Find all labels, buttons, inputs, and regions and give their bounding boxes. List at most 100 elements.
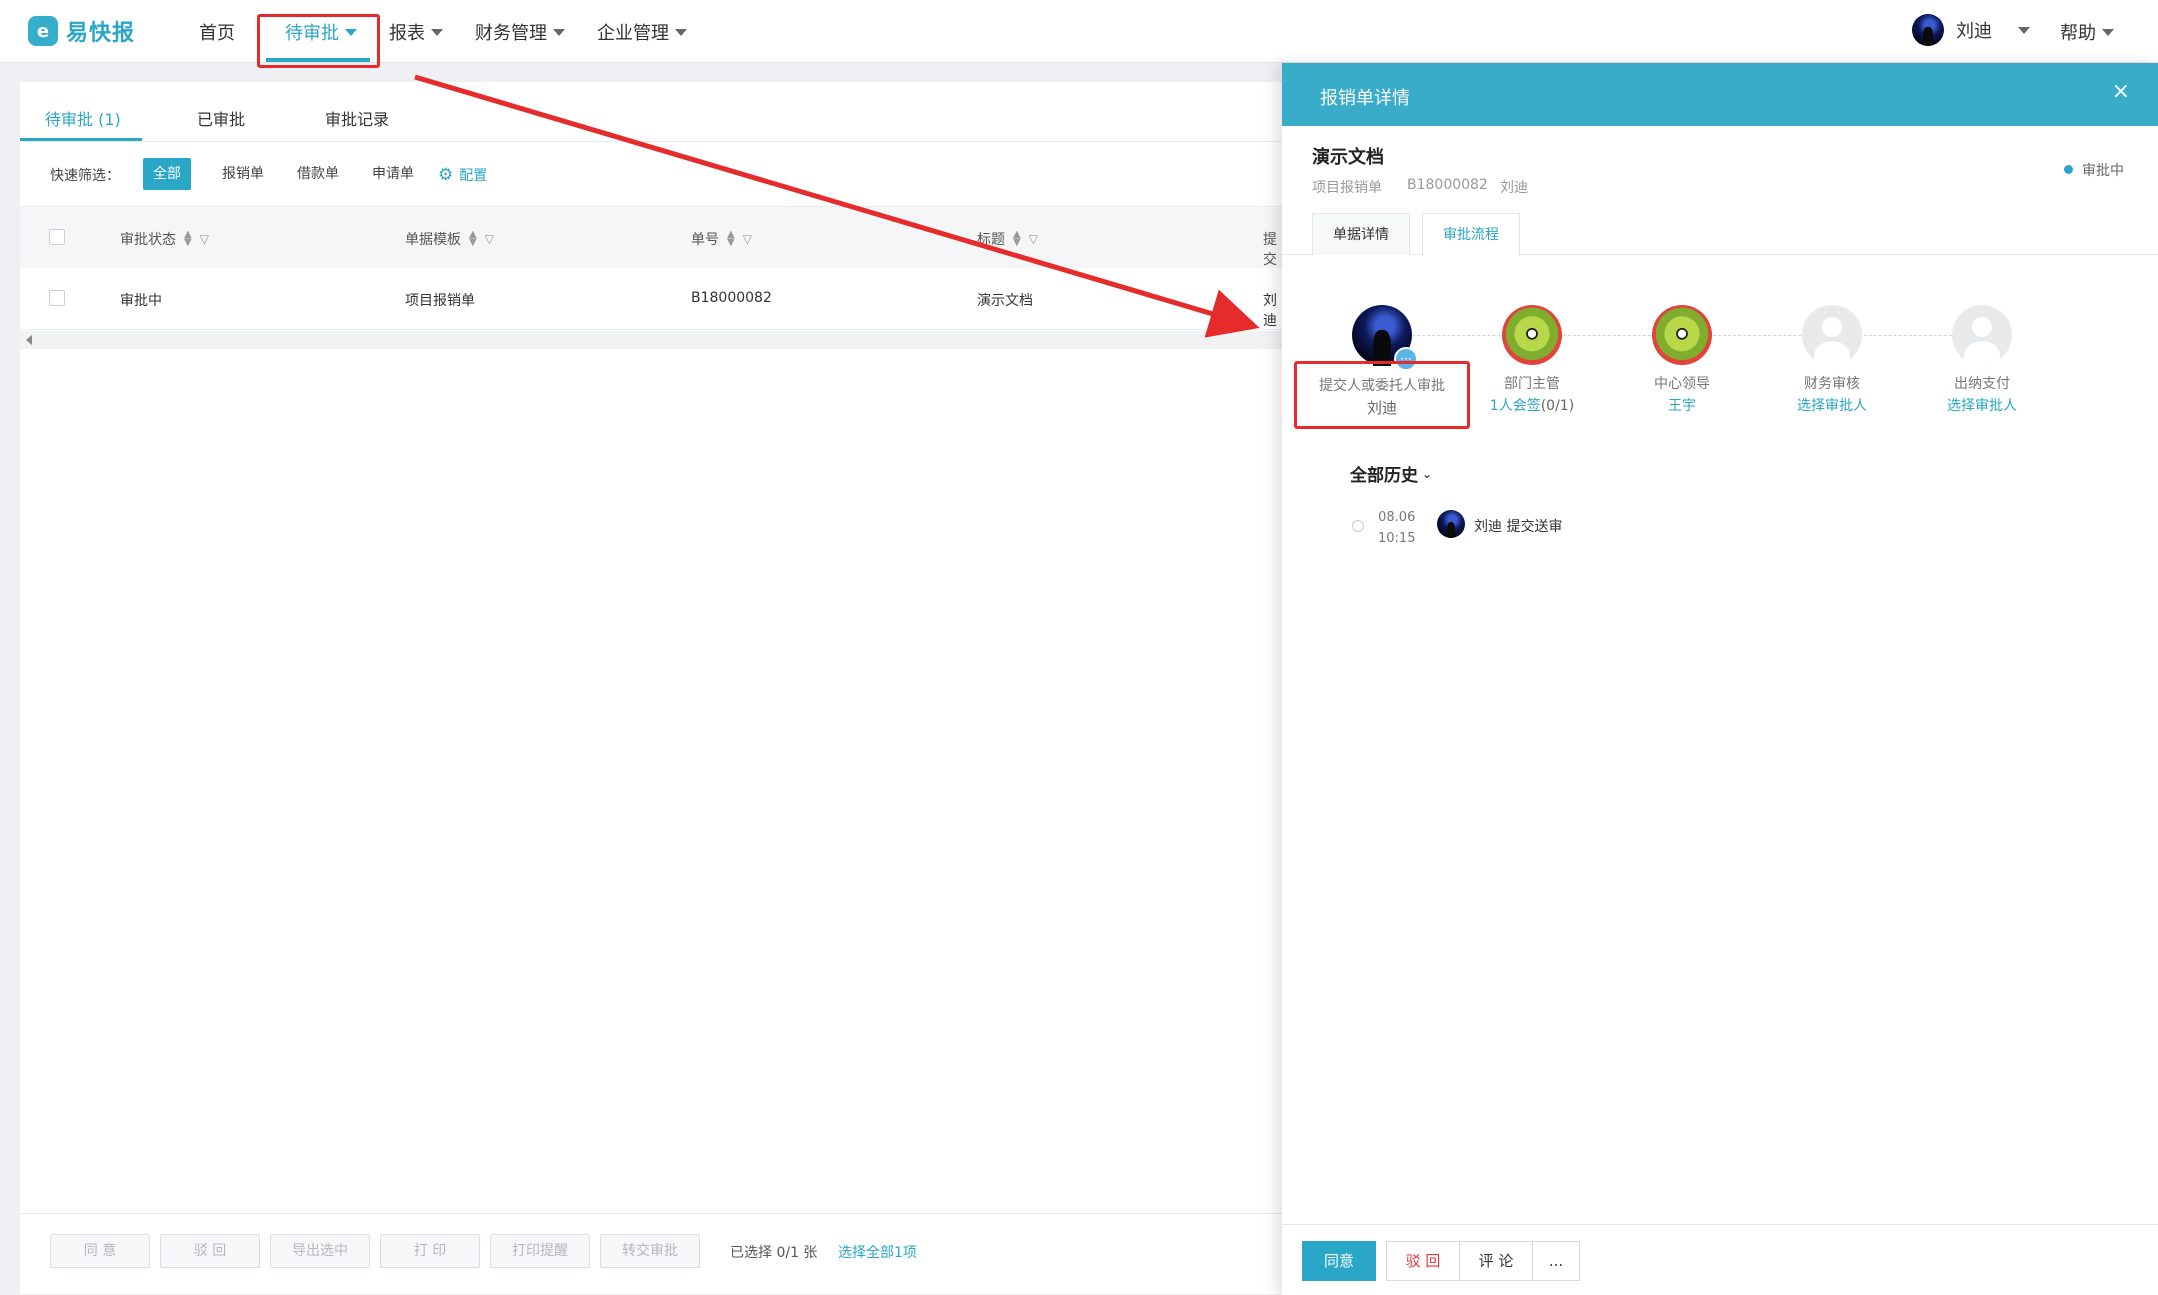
sort-icon[interactable]: ▲ ▼ [727, 230, 735, 248]
config-label: 配置 [459, 168, 488, 184]
annotation-highlight-nav [257, 14, 380, 68]
tab-approved[interactable]: 已审批 [197, 106, 245, 130]
help-label: 帮助 [2060, 23, 2096, 44]
column-template[interactable]: 单据模板 ▲ ▼ ▽ [405, 229, 494, 249]
history-avatar [1437, 510, 1465, 538]
brand-name: 易快报 [66, 21, 136, 46]
quick-filter-row: 快速筛选： 全部 报销单 借款单 申请单 ⚙ 配置 [20, 156, 1282, 192]
status-dot-icon [2064, 165, 2073, 174]
drawer-title: 报销单详情 [1320, 88, 1410, 109]
flow-node-center-leader[interactable]: 中心领导 王宇 [1602, 305, 1762, 415]
drawer-tabs: 单据详情 审批流程 [1282, 213, 2158, 256]
more-button[interactable]: ... [1532, 1241, 1580, 1281]
scroll-left-arrow-icon[interactable] [26, 335, 32, 345]
quick-filter-label: 快速筛选： [50, 168, 120, 184]
column-status[interactable]: 审批状态 ▲ ▼ ▽ [120, 229, 209, 249]
history-timestamp: 08.06 10:15 [1378, 507, 1415, 549]
table-row[interactable]: 审批中 项目报销单 B18000082 演示文档 刘迪 [20, 268, 1282, 330]
history-toggle[interactable]: 全部历史 ⌄ [1350, 461, 1432, 486]
choose-approver-link[interactable]: 选择审批人 [1752, 395, 1912, 415]
filter-expense[interactable]: 报销单 [212, 158, 274, 190]
column-number-label: 单号 [691, 232, 719, 248]
column-title[interactable]: 标题 ▲ ▼ ▽ [977, 229, 1038, 249]
history-date: 08.06 [1378, 510, 1416, 525]
export-selected-button[interactable]: 导出选中 [270, 1234, 370, 1268]
expense-detail-drawer: 报销单详情 × 演示文档 项目报销单 B18000082 刘迪 审批中 单据详情… [1282, 63, 2158, 1295]
chevron-down-icon [431, 28, 443, 36]
filter-all[interactable]: 全部 [143, 158, 191, 190]
nav-home[interactable]: 首页 [199, 18, 235, 46]
help-menu[interactable]: 帮助 [2060, 18, 2114, 46]
countersign-progress: (0/1) [1540, 398, 1575, 414]
history-title: 全部历史 [1350, 466, 1418, 486]
horizontal-scrollbar[interactable] [20, 331, 1282, 349]
chevron-down-icon [553, 28, 565, 36]
row-checkbox[interactable] [49, 290, 65, 306]
nav-finance-label: 财务管理 [475, 23, 547, 44]
filter-request[interactable]: 申请单 [362, 158, 424, 190]
sort-icon[interactable]: ▲ ▼ [1013, 230, 1021, 248]
drawer-header: 报销单详情 × [1282, 63, 2158, 126]
tab-pending[interactable]: 待审批 (1) [45, 106, 121, 130]
column-template-label: 单据模板 [405, 232, 461, 248]
list-footer-toolbar: 同 意 驳 回 导出选中 打 印 打印提醒 转交审批 已选择 0/1 张 选择全… [20, 1213, 1282, 1294]
history-time: 10:15 [1378, 531, 1416, 546]
print-button[interactable]: 打 印 [380, 1234, 480, 1268]
select-all-checkbox[interactable] [49, 229, 65, 245]
close-icon[interactable]: × [2112, 79, 2130, 104]
tab-approval-flow[interactable]: 审批流程 [1422, 213, 1520, 256]
document-title: 演示文档 [1312, 147, 1384, 168]
comment-button[interactable]: 评 论 [1459, 1241, 1533, 1281]
column-submitter[interactable]: 提交 [1263, 229, 1282, 269]
flow-node-role: 中心领导 [1654, 376, 1710, 392]
flow-node-cashier-payment[interactable]: 出纳支付 选择审批人 [1902, 305, 2062, 415]
reject-button-disabled[interactable]: 驳 回 [160, 1234, 260, 1268]
gear-icon: ⚙ [438, 164, 454, 185]
nav-finance[interactable]: 财务管理 [475, 18, 565, 46]
dept-manager-avatar [1502, 305, 1562, 365]
nav-enterprise-label: 企业管理 [597, 23, 669, 44]
column-title-label: 标题 [977, 232, 1005, 248]
approve-button-disabled[interactable]: 同 意 [50, 1234, 150, 1268]
row-status: 审批中 [120, 293, 162, 309]
user-name: 刘迪 [1956, 21, 1992, 42]
tab-approval-records[interactable]: 审批记录 [325, 106, 389, 130]
choose-approver-link[interactable]: 选择审批人 [1902, 395, 2062, 415]
brand-logo[interactable]: e 易快报 [28, 16, 135, 46]
column-number[interactable]: 单号 ▲ ▼ ▽ [691, 229, 752, 249]
flow-node-person: 王宇 [1668, 398, 1696, 414]
timeline-dot-icon [1352, 520, 1364, 532]
transfer-approval-button[interactable]: 转交审批 [600, 1234, 700, 1268]
document-type: 项目报销单 [1312, 180, 1382, 196]
filter-loan[interactable]: 借款单 [287, 158, 349, 190]
flow-node-dept-manager[interactable]: 部门主管 1人会签(0/1) [1452, 305, 1612, 415]
logo-icon: e [28, 16, 58, 46]
sort-icon[interactable]: ▲ ▼ [184, 230, 192, 248]
print-reminder-button[interactable]: 打印提醒 [490, 1234, 590, 1268]
config-link[interactable]: ⚙ 配置 [438, 165, 487, 185]
flow-node-person[interactable]: 1人会签(0/1) [1452, 395, 1612, 415]
filter-funnel-icon[interactable]: ▽ [743, 232, 752, 246]
user-menu[interactable]: 刘迪 [1912, 14, 2030, 46]
select-all-link[interactable]: 选择全部1项 [838, 1242, 917, 1262]
submitter-avatar: ··· [1352, 305, 1418, 371]
annotation-highlight-submitter [1294, 361, 1470, 429]
document-number: B18000082 [1407, 177, 1488, 193]
nav-enterprise[interactable]: 企业管理 [597, 18, 687, 46]
nav-reports[interactable]: 报表 [389, 18, 443, 46]
sort-icon[interactable]: ▲ ▼ [469, 230, 477, 248]
tab-document-details[interactable]: 单据详情 [1312, 213, 1410, 255]
reject-button[interactable]: 驳 回 [1386, 1241, 1460, 1281]
chevron-down-icon [675, 28, 687, 36]
approve-button[interactable]: 同意 [1302, 1241, 1376, 1281]
filter-funnel-icon[interactable]: ▽ [200, 232, 209, 246]
flow-node-finance-review[interactable]: 财务审核 选择审批人 [1752, 305, 1912, 415]
selected-count: 已选择 0/1 张 [730, 1245, 818, 1261]
filter-funnel-icon[interactable]: ▽ [1029, 232, 1038, 246]
document-owner: 刘迪 [1500, 180, 1528, 196]
placeholder-avatar-icon [1802, 305, 1862, 365]
filter-funnel-icon[interactable]: ▽ [485, 232, 494, 246]
chevron-down-icon [2018, 26, 2030, 34]
flow-node-role: 财务审核 [1804, 376, 1860, 392]
flow-node-role: 部门主管 [1504, 376, 1560, 392]
